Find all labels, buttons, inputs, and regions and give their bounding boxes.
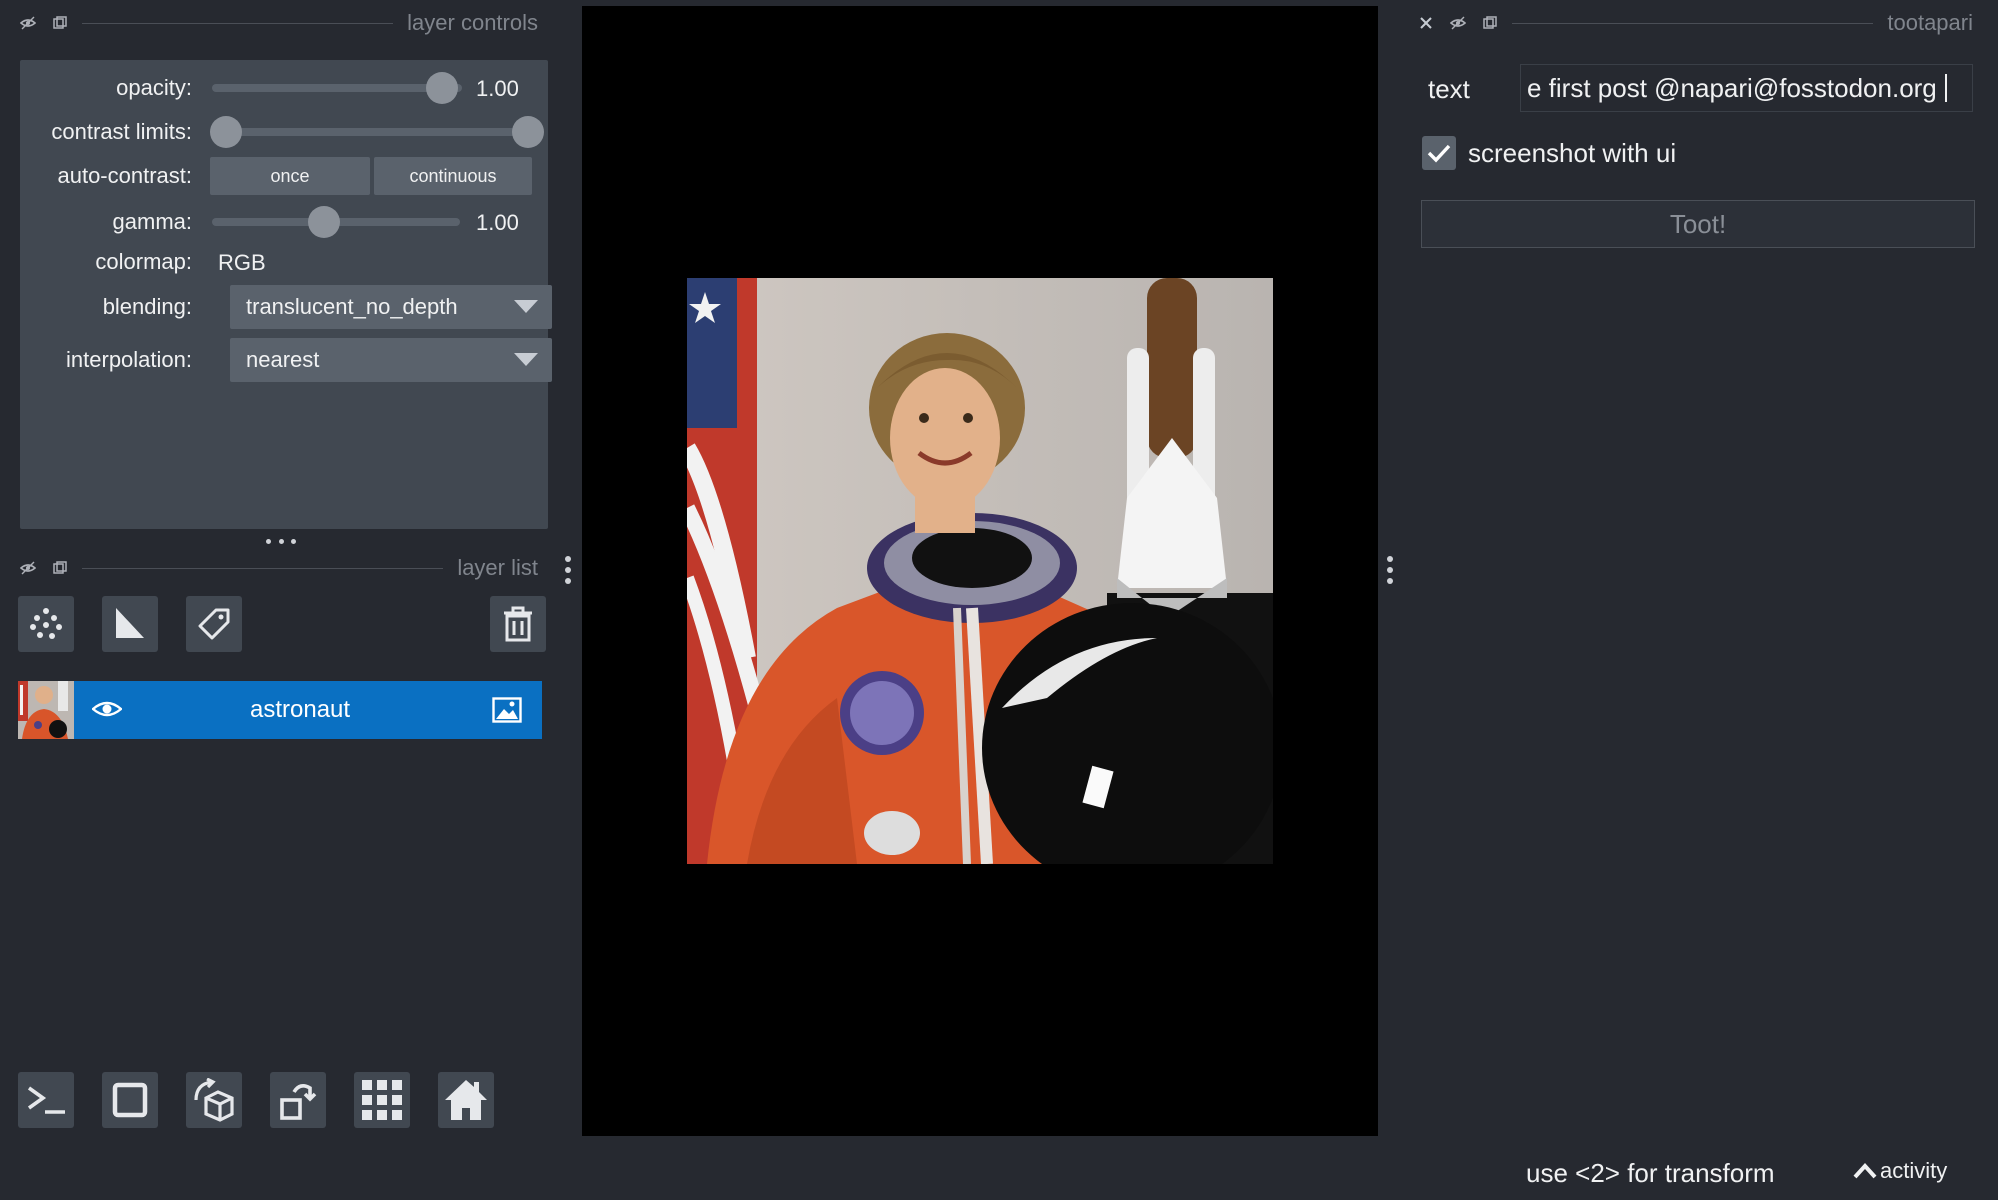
gamma-value: 1.00 — [476, 210, 519, 235]
auto-contrast-row: auto-contrast: once continuous — [20, 156, 548, 196]
layer-controls-panel: opacity: 1.00 contrast limits: auto-cont… — [20, 60, 552, 529]
blending-label: blending: — [102, 294, 192, 319]
colormap-value: RGB — [218, 250, 266, 275]
blending-select[interactable]: translucent_no_depth — [230, 285, 552, 329]
layer-controls-titlebar: layer controls — [20, 8, 538, 38]
tootapari-title: tootapari — [1887, 10, 1973, 35]
opacity-label: opacity: — [116, 75, 192, 100]
delete-layer-button[interactable] — [490, 596, 546, 652]
opacity-row: opacity: 1.00 — [20, 68, 548, 108]
transpose-dimensions-button[interactable] — [270, 1072, 326, 1128]
contrast-limits-label: contrast limits: — [51, 119, 192, 144]
new-labels-layer-button[interactable] — [186, 596, 242, 652]
viewer-canvas[interactable] — [582, 6, 1378, 1136]
contrast-min-handle[interactable] — [210, 116, 242, 148]
text-cursor — [1944, 74, 1947, 102]
chevron-down-icon — [514, 300, 538, 313]
toggle-ndisplay-button[interactable] — [102, 1072, 158, 1128]
blending-value: translucent_no_depth — [246, 294, 458, 319]
layer-row-astronaut[interactable]: astronaut — [18, 681, 542, 739]
contrast-limits-slider[interactable] — [210, 116, 544, 148]
text-field-label: text — [1428, 74, 1470, 104]
float-panel-icon[interactable] — [52, 15, 68, 31]
contrast-max-handle[interactable] — [512, 116, 544, 148]
auto-contrast-continuous-button[interactable]: continuous — [374, 157, 532, 195]
grid-icon — [362, 1080, 402, 1120]
labels-icon — [198, 608, 230, 640]
checkmark-icon — [1427, 144, 1451, 163]
screenshot-with-ui-label[interactable]: screenshot with ui — [1468, 138, 1676, 169]
titlebar-divider — [1512, 22, 1874, 24]
ndisplay-2d-icon — [112, 1082, 148, 1118]
opacity-slider[interactable] — [212, 72, 462, 104]
points-icon — [30, 608, 62, 639]
home-icon — [445, 1080, 487, 1120]
status-message: use <2> for transform — [1526, 1158, 1775, 1188]
reset-view-button[interactable] — [438, 1072, 494, 1128]
roll-dims-icon — [194, 1078, 234, 1122]
activity-button[interactable]: activity — [1852, 1158, 1947, 1184]
toggle-grid-button[interactable] — [354, 1072, 410, 1128]
layer-list-titlebar: layer list — [20, 553, 538, 583]
toot-text-input[interactable]: e first post @napari@fosstodon.org — [1520, 64, 1973, 112]
hide-eye-icon[interactable] — [20, 15, 36, 31]
colormap-row: colormap: RGB — [20, 242, 548, 282]
layer-controls-title: layer controls — [407, 10, 538, 35]
new-points-layer-button[interactable] — [18, 596, 74, 652]
hide-eye-icon[interactable] — [20, 560, 36, 576]
layer-thumbnail — [18, 681, 74, 739]
console-icon — [27, 1086, 65, 1114]
astronaut-image-render — [687, 278, 1273, 864]
delete-icon — [504, 606, 532, 642]
activity-label: activity — [1880, 1158, 1948, 1183]
auto-contrast-once-button[interactable]: once — [210, 157, 370, 195]
screenshot-with-ui-checkbox[interactable] — [1422, 136, 1456, 170]
new-shapes-layer-button[interactable] — [102, 596, 158, 652]
image-icon — [492, 697, 522, 723]
titlebar-divider — [82, 567, 444, 569]
gamma-slider-handle[interactable] — [308, 206, 340, 238]
chevron-down-icon — [514, 353, 538, 366]
right-dock-resize-handle[interactable] — [1387, 556, 1393, 589]
titlebar-divider — [82, 22, 394, 24]
opacity-slider-handle[interactable] — [426, 72, 458, 104]
roll-dimensions-button[interactable] — [186, 1072, 242, 1128]
opacity-value: 1.00 — [476, 76, 519, 101]
gamma-label: gamma: — [112, 209, 192, 234]
float-panel-icon[interactable] — [1482, 15, 1498, 31]
interpolation-value: nearest — [246, 347, 320, 372]
interpolation-label: interpolation: — [66, 347, 192, 372]
auto-contrast-label: auto-contrast: — [57, 163, 192, 188]
gamma-slider[interactable] — [212, 206, 460, 238]
toot-text-value: e first post @napari@fosstodon.org — [1527, 72, 1937, 103]
shapes-icon — [116, 608, 144, 638]
transpose-dims-icon — [280, 1083, 317, 1120]
close-icon[interactable] — [1418, 15, 1434, 31]
layer-list-title: layer list — [457, 555, 538, 580]
contrast-limits-row: contrast limits: — [20, 112, 548, 152]
tootapari-titlebar: tootapari — [1418, 8, 1973, 38]
layer-name[interactable]: astronaut — [250, 696, 350, 724]
left-dock-resize-handle[interactable] — [565, 556, 571, 589]
chevron-up-icon — [1853, 1163, 1877, 1179]
float-panel-icon[interactable] — [52, 560, 68, 576]
toot-button[interactable]: Toot! — [1421, 200, 1975, 248]
colormap-label: colormap: — [95, 249, 192, 274]
gamma-row: gamma: 1.00 — [20, 202, 548, 242]
hide-eye-icon[interactable] — [1450, 15, 1466, 31]
interpolation-select[interactable]: nearest — [230, 338, 552, 382]
astronaut-image — [687, 278, 1273, 864]
console-button[interactable] — [18, 1072, 74, 1128]
layer-visibility-eye-icon[interactable] — [92, 697, 122, 721]
dock-splitter-handle[interactable] — [266, 539, 296, 545]
